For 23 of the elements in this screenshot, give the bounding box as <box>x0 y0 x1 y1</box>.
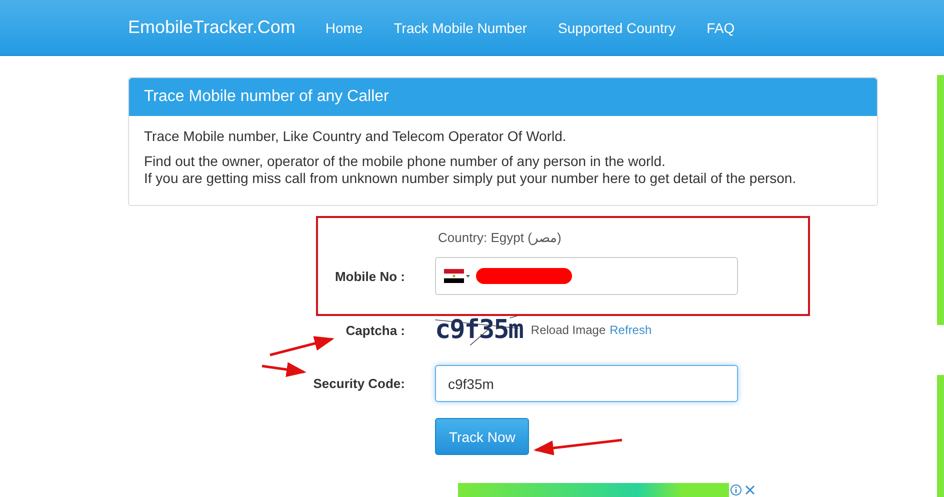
security-code-label: Security Code: <box>313 376 405 391</box>
track-now-button[interactable]: Track Now <box>435 418 530 455</box>
refresh-link[interactable]: Refresh <box>610 323 652 337</box>
captcha-image: c9f35m <box>435 313 523 347</box>
mobile-label: Mobile No : <box>334 268 405 284</box>
panel-title: Trace Mobile number of any Caller <box>129 78 877 116</box>
country-text: Country: Egypt (مصر) <box>437 229 562 248</box>
captcha-label: Captcha : <box>346 322 405 338</box>
security-code-field[interactable]: c9f35m <box>435 365 738 402</box>
reload-text: Reload Image <box>530 323 606 337</box>
phone-field[interactable] <box>435 257 738 295</box>
info-icon[interactable] <box>729 483 743 497</box>
flag-icon[interactable] <box>444 269 470 283</box>
intro-text: Trace Mobile number, Like Country and Telecom Operator Of World. <box>144 128 568 145</box>
description-text: Find out the owner, operator of the mobile phone number of any person in the world. <box>144 153 666 170</box>
annotation-arrow <box>270 336 334 356</box>
site-logo[interactable]: EmobileTracker.Com <box>128 17 296 38</box>
nav-link[interactable]: FAQ <box>706 20 735 36</box>
nav-link[interactable]: Home <box>325 20 363 36</box>
description-text: If you are getting miss call from unknown number simply put your number here to get detail of the person. <box>144 170 798 187</box>
nav-link[interactable]: Supported Country <box>558 20 676 36</box>
annotation-arrow <box>262 362 306 377</box>
nav-link[interactable]: Track Mobile Number <box>394 20 528 36</box>
